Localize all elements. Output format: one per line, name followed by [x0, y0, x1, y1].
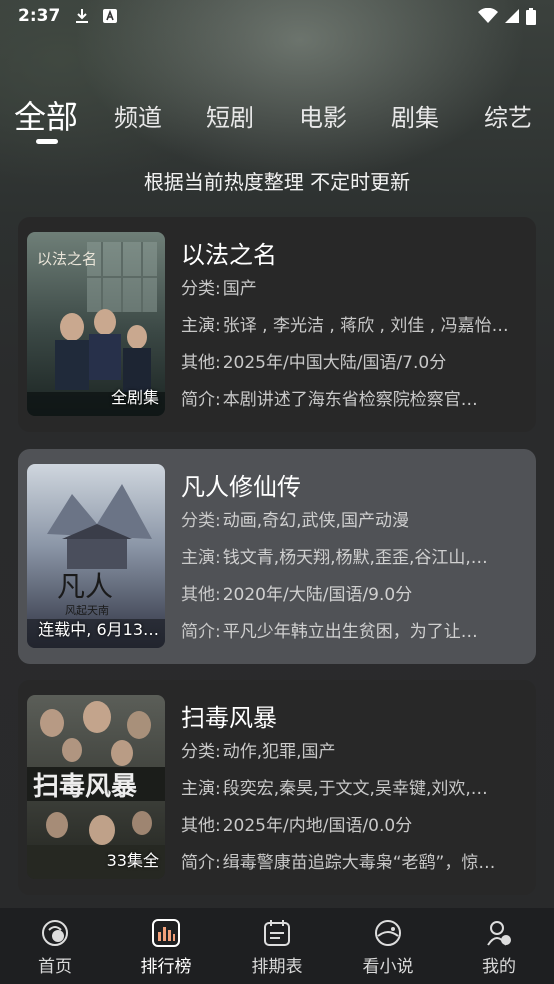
nav-profile[interactable]: 我的 — [449, 918, 549, 977]
poster-image: 扫毒风暴 33集全 — [27, 695, 165, 879]
svg-text:凡人: 凡人 — [57, 570, 113, 603]
item-synopsis: 简介: 平凡少年韩立出生贫困，为了让… — [181, 622, 478, 642]
tab-short-drama[interactable]: 短剧 — [206, 98, 254, 133]
category-tabs: 全部 频道 短剧 电影 剧集 综艺 — [0, 92, 554, 148]
item-other: 其他: 2025年/内地/国语/0.0分 — [181, 816, 413, 836]
item-other: 其他: 2025年/中国大陆/国语/7.0分 — [181, 353, 447, 373]
status-bar: 2:37 — [0, 0, 554, 32]
ranking-item[interactable]: 扫毒风暴 33集全 扫毒风暴 分类: 动作,犯罪,国产 主演: 段奕宏,秦昊,于文文… — [18, 680, 536, 895]
signal-icon — [505, 9, 519, 23]
svg-text:以法之名: 以法之名 — [37, 250, 97, 268]
wifi-icon — [478, 8, 498, 23]
item-title: 凡人修仙传 — [181, 473, 301, 501]
item-category: 分类: 动作,犯罪,国产 — [181, 742, 336, 762]
nav-schedule[interactable]: 排期表 — [227, 918, 327, 977]
home-icon — [42, 920, 68, 946]
tab-all[interactable]: 全部 — [14, 92, 78, 138]
ranking-item[interactable]: 以法之名 全剧集 以法之名 分类: 国产 主演: 张译 , 李光洁 , 蒋欣 , 刘… — [18, 217, 536, 432]
battery-icon — [526, 7, 536, 25]
calendar-icon — [264, 920, 290, 946]
book-icon — [375, 920, 401, 946]
episode-badge: 全剧集 — [110, 388, 159, 407]
ranking-item[interactable]: 凡人 风起天南 连载中, 6月13… 凡人修仙传 分类: 动画,奇幻,武侠,国产动… — [18, 449, 536, 664]
chart-icon — [152, 919, 180, 947]
episode-badge: 连载中, 6月13… — [38, 620, 159, 639]
item-cast: 主演: 钱文青,杨天翔,杨默,歪歪,谷江山,… — [181, 548, 488, 568]
svg-text:扫毒风暴: 扫毒风暴 — [33, 772, 137, 802]
keyboard-a-icon — [103, 9, 118, 23]
profile-icon — [487, 921, 511, 946]
download-icon — [76, 9, 89, 23]
item-synopsis: 简介: 缉毒警康苗追踪大毒枭“老鹞”，惊… — [181, 853, 496, 873]
nav-novel[interactable]: 看小说 — [338, 918, 438, 977]
ranking-subtitle: 根据当前热度整理 不定时更新 — [143, 170, 411, 194]
tab-movie[interactable]: 电影 — [299, 98, 347, 133]
item-cast: 主演: 段奕宏,秦昊,于文文,吴幸键,刘欢,… — [181, 779, 488, 799]
item-title: 扫毒风暴 — [181, 704, 277, 732]
tab-channel[interactable]: 频道 — [114, 98, 162, 133]
nav-ranking[interactable]: 排行榜 — [116, 918, 216, 977]
item-category: 分类: 动画,奇幻,武侠,国产动漫 — [181, 511, 409, 531]
tab-indicator — [36, 139, 58, 144]
tab-series[interactable]: 剧集 — [391, 98, 439, 133]
item-synopsis: 简介: 本剧讲述了海东省检察院检察官… — [181, 390, 478, 410]
status-time: 2:37 — [18, 6, 61, 26]
nav-home[interactable]: 首页 — [5, 918, 105, 977]
item-title: 以法之名 — [181, 241, 277, 269]
poster-image: 凡人 风起天南 连载中, 6月13… — [27, 464, 165, 648]
item-other: 其他: 2020年/大陆/国语/9.0分 — [181, 585, 413, 605]
bottom-nav: 首页 排行榜 排期表 看小说 我的 — [0, 908, 554, 984]
tab-variety[interactable]: 综艺 — [484, 98, 532, 133]
item-category: 分类: 国产 — [181, 279, 257, 299]
item-cast: 主演: 张译 , 李光洁 , 蒋欣 , 刘佳 , 冯嘉怡… — [181, 316, 509, 336]
episode-badge: 33集全 — [106, 851, 159, 870]
poster-image: 以法之名 全剧集 — [27, 232, 165, 416]
